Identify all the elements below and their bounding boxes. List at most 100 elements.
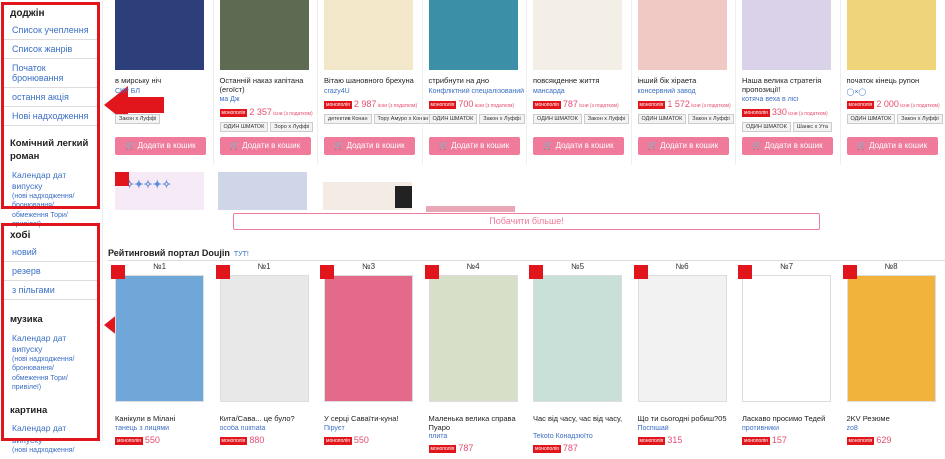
- product-cover[interactable]: [742, 0, 831, 70]
- product-card: Останній наказ капітана (егоїст) ма Дж мон…: [212, 0, 316, 170]
- product-tag[interactable]: ОДИН ШМАТОК: [846, 114, 896, 124]
- product-title[interactable]: початок кінець рупон: [847, 76, 943, 85]
- product-cover[interactable]: [533, 275, 622, 402]
- product-circle[interactable]: особа nuimata: [220, 425, 316, 432]
- product-tag[interactable]: Закон х Луффі: [897, 114, 943, 124]
- add-to-cart-button[interactable]: 🛒 Додати в кошик: [533, 137, 624, 155]
- price-suffix: ієни (з податком): [689, 103, 731, 109]
- product-tag[interactable]: Закон х Луффі: [688, 114, 734, 124]
- product-circle[interactable]: котяча веха в лісі: [742, 96, 838, 103]
- product-circle[interactable]: zo8: [847, 425, 943, 432]
- product-circle[interactable]: ма Дж: [220, 96, 316, 103]
- product-circle[interactable]: СКР БЛ: [115, 88, 211, 95]
- product-cover[interactable]: [637, 275, 727, 402]
- product-card: Наша велика стратегія пропозиції! котяча …: [735, 0, 838, 170]
- product-circle[interactable]: консервний завод: [638, 88, 734, 95]
- add-to-cart-button[interactable]: 🛒 Додати в кошик: [324, 137, 415, 155]
- product-title[interactable]: повсякденне життя: [533, 76, 629, 85]
- hot-ribbon: [529, 265, 543, 279]
- product-cover[interactable]: [533, 0, 622, 70]
- product-cover[interactable]: [637, 0, 727, 70]
- product-grid-new: в мирську ніч СКР БЛ Закон х Луффі 🛒 Додати…: [108, 0, 945, 170]
- product-cover[interactable]: [219, 275, 309, 402]
- product-cover[interactable]: [846, 0, 936, 70]
- see-more-button[interactable]: Побачити більше!: [233, 213, 820, 230]
- product-tag[interactable]: ОДИН ШМАТОК: [742, 122, 791, 132]
- product-circle[interactable]: crazy4U: [324, 88, 420, 95]
- ranking-card: №5 Час від часу, час від часу, Tekoto Кона…: [526, 262, 629, 453]
- add-to-cart-button[interactable]: 🛒 Додати в кошик: [742, 137, 833, 155]
- product-title[interactable]: інший бік хіраета: [638, 76, 734, 85]
- product-circle[interactable]: плита: [429, 433, 525, 440]
- product-title[interactable]: Що ти сьогодні робиш?05: [638, 414, 734, 423]
- product-title[interactable]: Вітаю шановного брехуна: [324, 76, 420, 85]
- product-tag[interactable]: Закон х Луффі: [115, 114, 161, 124]
- product-circle[interactable]: ◯×◯: [847, 88, 943, 96]
- product-tags: Закон х Луффі: [115, 113, 162, 124]
- product-cover[interactable]: [115, 275, 204, 402]
- product-title[interactable]: Наша велика стратегія пропозиції!: [742, 76, 838, 94]
- product-circle[interactable]: противники: [742, 425, 838, 432]
- product-card: інший бік хіраета консервний завод монопол…: [630, 0, 734, 170]
- product-title[interactable]: Канікули в Мілані: [115, 414, 211, 423]
- product-title[interactable]: У серці Саваїти-куна!: [324, 414, 420, 423]
- product-circle[interactable]: Поспішай: [638, 425, 734, 432]
- product-cover[interactable]: [324, 0, 413, 70]
- add-to-cart-button[interactable]: 🛒 Додати в кошик: [846, 137, 938, 155]
- product-tag[interactable]: детектив Конан: [324, 114, 372, 124]
- product-cover[interactable]: [428, 0, 518, 70]
- product-title[interactable]: Останній наказ капітана (егоїст): [220, 76, 316, 94]
- product-cover[interactable]: [115, 0, 204, 70]
- portal-link[interactable]: ТУТ!: [234, 251, 249, 258]
- add-to-cart-button[interactable]: 🛒 Додати в кошик: [428, 137, 520, 155]
- exclusive-badge: монополія: [428, 444, 457, 453]
- product-title[interactable]: Час від часу, час від часу,: [533, 414, 629, 423]
- product-tags: ОДИН ШМАТОК Шанкс х Ута: [742, 121, 834, 132]
- product-tag[interactable]: Закон х Луффі: [583, 114, 630, 124]
- price-suffix: ієни (з податком): [786, 111, 828, 117]
- product-cover[interactable]: [846, 275, 936, 402]
- ranking-card: №4 Маленька велика справа Пуаро плита моноп…: [422, 262, 525, 453]
- product-tag[interactable]: ОДИН ШМАТОК: [533, 114, 582, 124]
- price-suffix: ієни (з податком): [271, 111, 313, 117]
- add-to-cart-button[interactable]: 🛒 Додати в кошик: [637, 137, 729, 155]
- product-price: монополія 700 ієни (з податком): [428, 99, 514, 109]
- product-card: в мирську ніч СКР БЛ Закон х Луффі 🛒 Додати…: [108, 0, 211, 170]
- product-title[interactable]: Кита/Сава... це було?: [220, 414, 316, 423]
- exclusive-badge: монополія: [637, 100, 666, 109]
- column-divider: [839, 0, 841, 165]
- product-price: монополія 1 572 ієни (з податком): [637, 99, 731, 109]
- product-title[interactable]: стрибнути на дно: [429, 76, 525, 85]
- product-title[interactable]: Маленька велика справа Пуаро: [429, 414, 525, 432]
- product-tag[interactable]: Зоро х Луффі: [270, 122, 314, 132]
- product-price: монополія 787: [428, 443, 473, 453]
- product-tag[interactable]: ОДИН ШМАТОК: [219, 122, 269, 132]
- product-cover[interactable]: [428, 275, 518, 402]
- product-title[interactable]: 2KV Резюме: [847, 414, 943, 423]
- product-cover[interactable]: [742, 275, 831, 402]
- product-cover[interactable]: [426, 206, 515, 212]
- product-title[interactable]: Ласкаво просимо Тедей: [742, 414, 838, 423]
- price-suffix: ієни (з податком): [577, 103, 619, 109]
- product-cover[interactable]: [219, 0, 309, 70]
- product-tags: ОДИН ШМАТОК Закон х Луффі: [428, 113, 527, 124]
- product-tag[interactable]: ОДИН ШМАТОК: [637, 114, 687, 124]
- price-value: 550: [353, 435, 369, 445]
- product-cover[interactable]: [218, 172, 307, 210]
- product-tag[interactable]: Шанкс х Ута: [792, 122, 832, 132]
- product-tag[interactable]: ОДИН ШМАТОК: [428, 114, 478, 124]
- product-circle[interactable]: мансарда: [533, 88, 629, 95]
- product-circle[interactable]: танець з лицями: [115, 425, 211, 432]
- product-cover[interactable]: ✧✦✧✦✧: [115, 172, 204, 210]
- product-circle[interactable]: Tekoto Конадзюїто: [533, 433, 629, 440]
- cart-icon: 🛒: [229, 141, 243, 150]
- add-to-cart-button[interactable]: 🛒 Додати в кошик: [219, 137, 311, 155]
- product-circle[interactable]: Конфліктний спеціалізований магазин: [429, 88, 525, 95]
- product-tag[interactable]: Закон х Луффі: [479, 114, 525, 124]
- product-cover[interactable]: [324, 275, 413, 402]
- product-title[interactable]: в мирську ніч: [115, 76, 211, 85]
- add-to-cart-button[interactable]: 🛒 Додати в кошик: [115, 137, 206, 155]
- product-circle[interactable]: Піруєт: [324, 425, 420, 432]
- cart-label: Додати в кошик: [764, 141, 823, 150]
- cart-icon: 🛒: [647, 141, 661, 150]
